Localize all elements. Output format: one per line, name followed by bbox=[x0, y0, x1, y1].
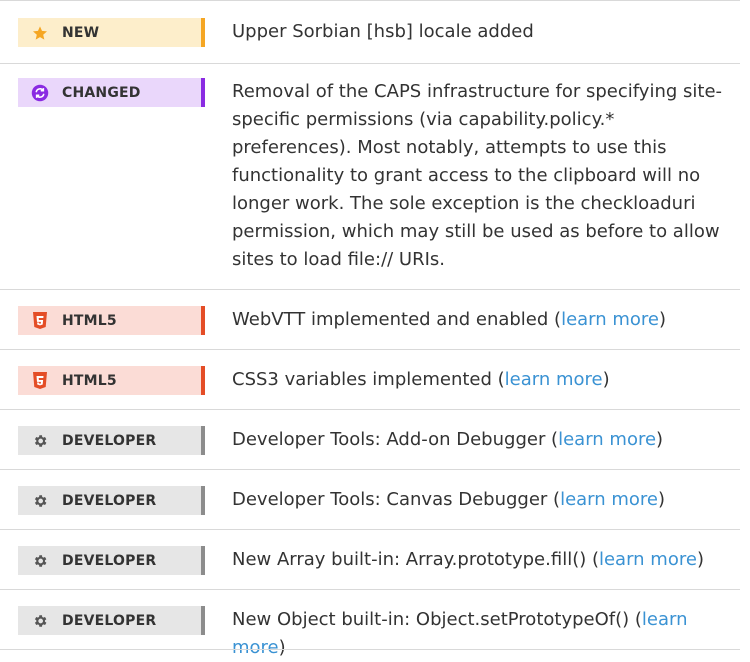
gear-icon bbox=[30, 431, 50, 451]
note-text: WebVTT implemented and enabled (learn mo… bbox=[232, 306, 722, 334]
learn-more-link[interactable]: learn more bbox=[560, 489, 658, 510]
tag-label: HTML5 bbox=[62, 372, 117, 389]
note-text: New Array built-in: Array.prototype.fill… bbox=[232, 546, 722, 574]
row-divider bbox=[0, 529, 740, 530]
tag-label: DEVELOPER bbox=[62, 552, 157, 569]
note-suffix: ) bbox=[602, 369, 610, 390]
row-divider bbox=[0, 409, 740, 410]
row-divider bbox=[0, 589, 740, 590]
note-text: Upper Sorbian [hsb] locale added bbox=[232, 18, 722, 46]
tag-label: DEVELOPER bbox=[62, 432, 157, 449]
row-divider bbox=[0, 469, 740, 470]
learn-more-link[interactable]: learn more bbox=[558, 429, 656, 450]
row-divider bbox=[0, 349, 740, 350]
tag-label: CHANGED bbox=[62, 84, 141, 101]
tag-changed: CHANGED bbox=[18, 78, 205, 107]
row-divider bbox=[0, 0, 740, 1]
row-divider bbox=[0, 289, 740, 290]
tag-developer: DEVELOPER bbox=[18, 486, 205, 515]
tag-label: DEVELOPER bbox=[62, 612, 157, 629]
row-divider bbox=[0, 63, 740, 64]
learn-more-link[interactable]: learn more bbox=[561, 309, 659, 330]
tag-label: NEW bbox=[62, 24, 100, 41]
note-description: Upper Sorbian [hsb] locale added bbox=[232, 21, 534, 42]
tag-new: NEW bbox=[18, 18, 205, 47]
note-suffix: ) bbox=[696, 549, 704, 570]
note-description: New Object built-in: Object.setPrototype… bbox=[232, 609, 642, 630]
star-icon bbox=[30, 23, 50, 43]
gear-icon bbox=[30, 611, 50, 631]
note-text: Developer Tools: Canvas Debugger (learn … bbox=[232, 486, 722, 514]
tag-html5: HTML5 bbox=[18, 366, 205, 395]
gear-icon bbox=[30, 551, 50, 571]
tag-developer: DEVELOPER bbox=[18, 546, 205, 575]
note-suffix: ) bbox=[658, 489, 666, 510]
note-text: New Object built-in: Object.setPrototype… bbox=[232, 606, 722, 662]
tag-html5: HTML5 bbox=[18, 306, 205, 335]
learn-more-link[interactable]: learn more bbox=[505, 369, 603, 390]
note-text: Developer Tools: Add-on Debugger (learn … bbox=[232, 426, 722, 454]
note-description: Removal of the CAPS infrastructure for s… bbox=[232, 81, 723, 270]
note-text: Removal of the CAPS infrastructure for s… bbox=[232, 78, 722, 274]
html5-icon bbox=[30, 371, 50, 391]
note-suffix: ) bbox=[659, 309, 667, 330]
tag-developer: DEVELOPER bbox=[18, 606, 205, 635]
release-notes-list: NEW Upper Sorbian [hsb] locale added CHA… bbox=[0, 0, 750, 658]
tag-developer: DEVELOPER bbox=[18, 426, 205, 455]
html5-icon bbox=[30, 311, 50, 331]
note-text: CSS3 variables implemented (learn more) bbox=[232, 366, 722, 394]
note-suffix: ) bbox=[656, 429, 664, 450]
gear-icon bbox=[30, 491, 50, 511]
note-description: New Array built-in: Array.prototype.fill… bbox=[232, 549, 599, 570]
note-description: CSS3 variables implemented ( bbox=[232, 369, 505, 390]
refresh-icon bbox=[30, 83, 50, 103]
note-description: Developer Tools: Canvas Debugger ( bbox=[232, 489, 561, 510]
note-description: Developer Tools: Add-on Debugger ( bbox=[232, 429, 559, 450]
row-divider bbox=[0, 649, 740, 650]
tag-label: DEVELOPER bbox=[62, 492, 157, 509]
tag-label: HTML5 bbox=[62, 312, 117, 329]
learn-more-link[interactable]: learn more bbox=[599, 549, 697, 570]
note-description: WebVTT implemented and enabled ( bbox=[232, 309, 562, 330]
